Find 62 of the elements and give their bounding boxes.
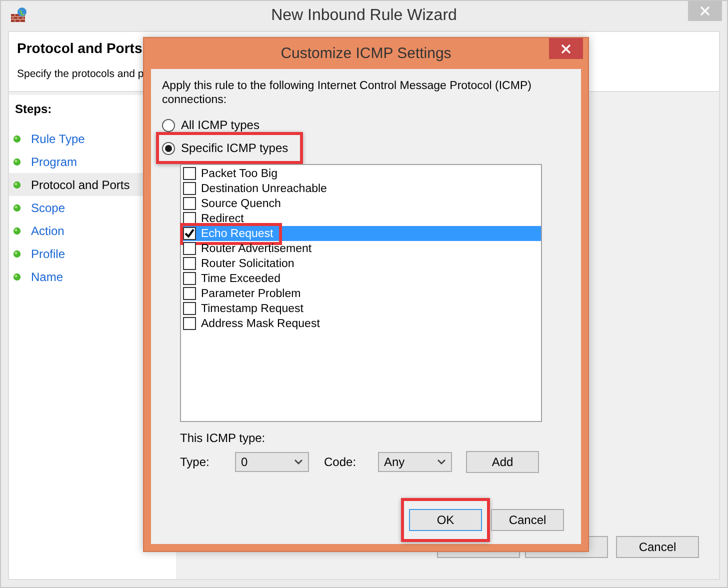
- code-dropdown[interactable]: Any: [378, 452, 452, 472]
- page-description: Specify the protocols and p: [17, 68, 144, 80]
- list-item[interactable]: Packet Too Big: [181, 166, 541, 181]
- list-item-label: Destination Unreachable: [201, 182, 327, 196]
- bullet-icon: [13, 134, 21, 142]
- list-item-label: Router Advertisement: [201, 242, 312, 256]
- checkbox[interactable]: [183, 302, 196, 315]
- step-item[interactable]: Profile: [9, 242, 176, 265]
- list-item[interactable]: Timestamp Request: [181, 301, 541, 316]
- list-item[interactable]: Router Solicitation: [181, 256, 541, 271]
- step-item[interactable]: Action: [9, 219, 176, 242]
- list-item-label: Address Mask Request: [201, 316, 320, 330]
- list-item[interactable]: Router Advertisement: [181, 241, 541, 256]
- bullet-icon: [13, 226, 21, 234]
- checkbox[interactable]: [183, 182, 196, 195]
- list-item[interactable]: Address Mask Request: [181, 316, 541, 331]
- bullet-icon: [13, 204, 21, 212]
- checkbox[interactable]: [183, 257, 196, 270]
- close-icon: [561, 44, 571, 54]
- checkbox[interactable]: [183, 227, 196, 240]
- chevron-down-icon: [437, 459, 446, 465]
- list-item-label: Router Solicitation: [201, 256, 294, 270]
- list-item[interactable]: Redirect: [181, 211, 541, 226]
- bullet-icon: [13, 272, 21, 280]
- list-item[interactable]: Parameter Problem: [181, 286, 541, 301]
- add-button[interactable]: Add: [466, 451, 539, 473]
- type-dropdown[interactable]: 0: [235, 452, 309, 472]
- checkbox[interactable]: [183, 287, 196, 300]
- instruction-text: Apply this rule to the following Internet Control Message Protocol (ICMP) connections:: [162, 79, 532, 107]
- close-icon: [700, 6, 710, 16]
- checkbox[interactable]: [183, 167, 196, 180]
- checkbox[interactable]: [183, 242, 196, 255]
- checkbox[interactable]: [183, 197, 196, 210]
- checkbox[interactable]: [183, 317, 196, 330]
- close-button[interactable]: [549, 38, 583, 59]
- list-item-label: Parameter Problem: [201, 286, 301, 300]
- list-item-label: Source Quench: [201, 196, 281, 210]
- step-item[interactable]: Scope: [9, 196, 176, 219]
- bullet-icon: [13, 180, 21, 188]
- brick-wall-globe-icon: [10, 7, 28, 23]
- list-item-label: Packet Too Big: [201, 166, 278, 180]
- code-label: Code:: [324, 455, 358, 469]
- step-item[interactable]: Name: [9, 265, 176, 288]
- bullet-icon: [13, 158, 21, 166]
- section-label: This ICMP type:: [180, 431, 266, 445]
- cancel-button[interactable]: Cancel: [491, 509, 564, 531]
- list-item-label: Redirect: [201, 212, 244, 226]
- list-item[interactable]: Destination Unreachable: [181, 181, 541, 196]
- ok-button[interactable]: OK: [409, 509, 482, 531]
- list-item-label: Echo Request: [201, 226, 274, 240]
- list-item-label: Time Exceeded: [201, 272, 280, 286]
- type-label: Type:: [180, 455, 210, 469]
- dialog-title: Customize ICMP Settings: [280, 45, 452, 62]
- list-item[interactable]: Time Exceeded: [181, 271, 541, 286]
- checkbox[interactable]: [183, 272, 196, 285]
- list-item[interactable]: Source Quench: [181, 196, 541, 211]
- window-title: New Inbound Rule Wizard: [271, 7, 457, 25]
- page-heading: Protocol and Ports: [17, 40, 142, 56]
- list-item-label: Timestamp Request: [201, 302, 304, 316]
- chevron-down-icon: [294, 459, 303, 465]
- cancel-button[interactable]: Cancel: [616, 536, 699, 558]
- bullet-icon: [13, 250, 21, 258]
